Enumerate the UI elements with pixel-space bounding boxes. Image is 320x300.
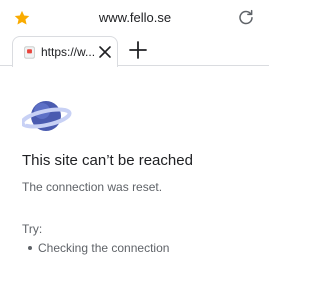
browser-toolbar: www.fello.se [0,0,269,34]
address-bar-url[interactable]: www.fello.se [60,10,210,25]
suggestion-item: Checking the connection [22,241,169,255]
error-title: This site can’t be reached [22,152,193,169]
star-icon[interactable] [13,9,31,27]
tab-active[interactable]: https://w... [12,36,118,67]
document-icon [24,46,35,59]
plus-icon[interactable] [127,39,149,61]
close-icon[interactable] [97,44,113,60]
suggestion-text: Checking the connection [38,241,170,255]
bullet-icon [28,245,32,250]
tab-title: https://w... [41,45,96,59]
error-page: This site can’t be reached The connectio… [0,66,269,300]
try-label: Try: [22,222,43,236]
error-detail: The connection was reset. [22,180,163,194]
tab-strip: https://w... [0,34,269,67]
reload-icon[interactable] [237,8,255,26]
planet-icon [22,101,72,131]
